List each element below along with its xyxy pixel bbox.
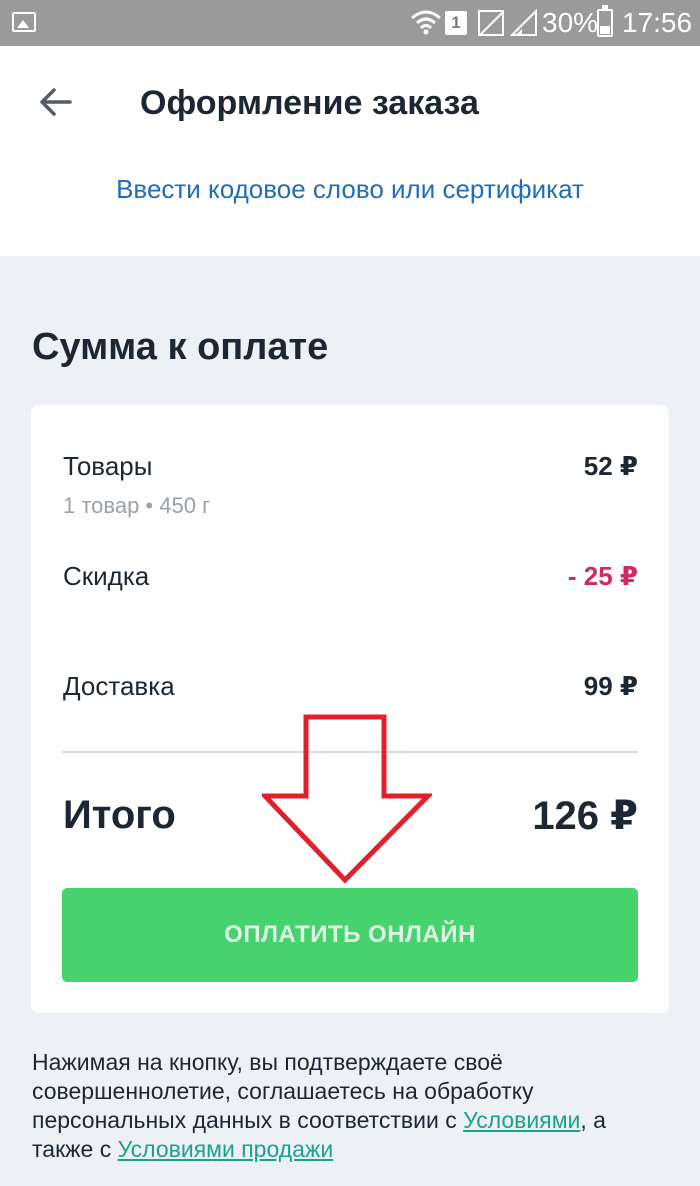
delivery-label: Доставка xyxy=(63,671,175,701)
goods-value: 52 ₽ xyxy=(583,451,638,481)
discount-value: - 25 ₽ xyxy=(567,561,638,591)
promo-code-link[interactable]: Ввести кодовое слово или сертификат xyxy=(0,174,700,205)
wifi-icon xyxy=(411,10,441,35)
disclaimer-text: Нажимая на кнопку, вы подтверждаете своё… xyxy=(32,1049,534,1133)
signal-icon xyxy=(510,9,537,36)
total-value: 126 ₽ xyxy=(532,794,638,838)
clock: 17:56 xyxy=(622,7,693,38)
pay-online-button[interactable]: ОПЛАТИТЬ ОНЛАЙН xyxy=(62,888,638,982)
gallery-notification-icon xyxy=(12,12,36,32)
legal-disclaimer: Нажимая на кнопку, вы подтверждаете своё… xyxy=(32,1048,672,1164)
delivery-value: 99 ₽ xyxy=(583,671,638,701)
order-summary-card: Товары 52 ₽ 1 товар • 450 г Скидка - 25 … xyxy=(31,405,669,1013)
sale-terms-link[interactable]: Условиями продажи xyxy=(118,1136,334,1162)
goods-label: Товары xyxy=(63,451,153,481)
battery-icon xyxy=(597,5,613,37)
page-title: Оформление заказа xyxy=(140,84,479,122)
back-arrow-icon[interactable] xyxy=(36,82,76,122)
pay-online-button-label: ОПЛАТИТЬ ОНЛАЙН xyxy=(224,921,476,948)
section-title: Сумма к оплате xyxy=(32,326,329,368)
no-sim-icon xyxy=(478,10,504,36)
battery-percent: 30% xyxy=(542,7,599,38)
discount-label: Скидка xyxy=(63,561,150,591)
terms-link[interactable]: Условиями xyxy=(463,1107,580,1133)
goods-details: 1 товар • 450 г xyxy=(63,493,211,518)
status-bar: 1 30% 17:56 xyxy=(0,0,700,46)
total-label: Итого xyxy=(63,793,176,837)
sim-slot-icon: 1 xyxy=(445,11,467,35)
divider xyxy=(62,751,638,753)
header: Оформление заказа Ввести кодовое слово и… xyxy=(0,46,700,256)
